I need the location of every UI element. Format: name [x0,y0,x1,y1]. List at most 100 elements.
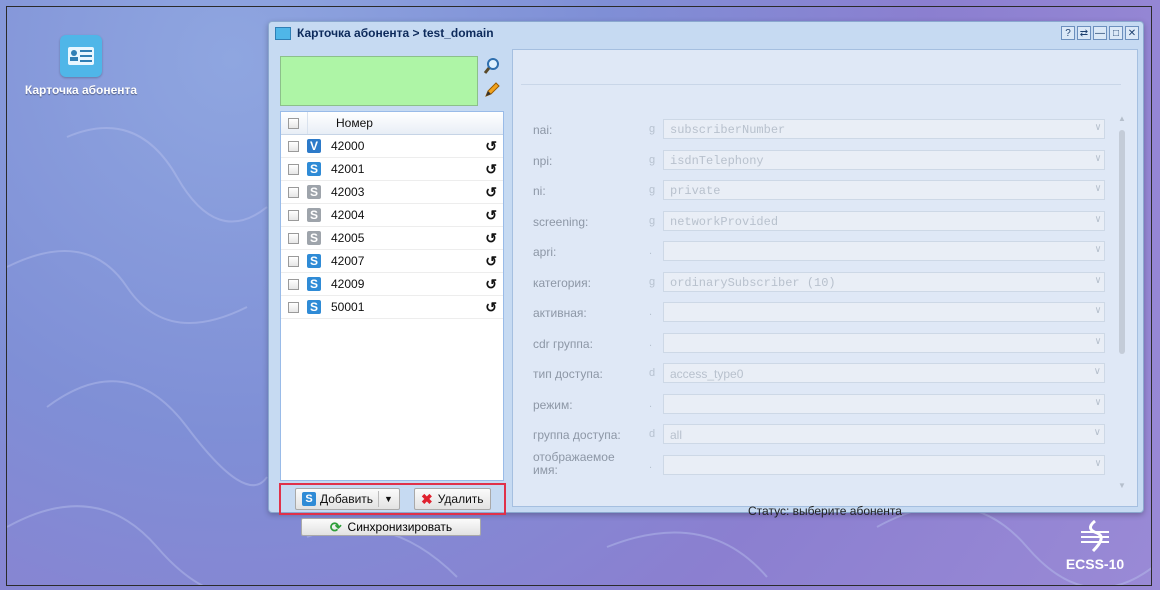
history-icon[interactable]: ↺ [485,253,497,270]
detail-field: активная:. ∨ [513,302,1123,324]
subscriber-number: 42004 [331,208,365,222]
maximize-button[interactable]: □ [1109,26,1123,40]
table-row[interactable]: S 50001 ↺ [281,296,503,319]
row-checkbox[interactable] [288,186,299,198]
select-all-checkbox[interactable] [288,117,299,129]
field-select[interactable]: ∨ [663,454,1105,475]
edit-pencil-icon[interactable] [482,80,502,100]
field-select[interactable]: ∨ [663,241,1105,261]
search-icon[interactable] [482,56,502,76]
add-button-label: Добавить [320,492,374,506]
table-row[interactable]: V 42000 ↺ [281,135,503,158]
field-select[interactable]: ∨ [663,302,1105,322]
subscriber-number: 50001 [331,300,365,314]
history-icon[interactable]: ↺ [485,161,497,178]
delete-x-icon: ✖ [420,490,433,507]
ecss-logo-icon [1081,519,1109,553]
details-header-area [521,56,1121,85]
row-checkbox[interactable] [288,232,299,244]
field-mark: . [649,458,653,471]
field-value: networkProvided [670,214,779,229]
chevron-down-icon[interactable]: ∨ [1095,305,1101,317]
chevron-down-icon[interactable]: ∨ [1095,458,1101,470]
field-mark: d [649,428,656,440]
ecss-logo: ECSS-10 [1059,519,1131,572]
field-mark: d [649,367,656,379]
chevron-down-icon[interactable]: ∨ [1095,153,1101,165]
logo-text: ECSS-10 [1065,556,1125,572]
history-icon[interactable]: ↺ [485,276,497,293]
field-select[interactable]: private ∨ [663,180,1105,200]
window-titlebar[interactable]: Карточка абонента > test_domain ? ⇄ — □ … [269,22,1143,44]
add-button[interactable]: S Добавить ▼ [295,488,400,510]
detail-field: npi: g isdnTelephony ∨ [513,149,1123,172]
desktop-icon-subscriber-card[interactable]: Карточка абонента [11,35,151,97]
chevron-down-icon[interactable]: ∨ [1095,183,1101,195]
row-checkbox[interactable] [288,140,299,152]
field-select[interactable]: all ∨ [663,424,1105,444]
field-label: nai: [533,123,553,137]
row-checkbox[interactable] [288,278,299,290]
subscriber-type-icon: S [307,185,321,199]
subscriber-type-icon: S [307,231,321,245]
field-value: isdnTelephony [670,153,764,168]
detail-field: nai: g subscriberNumber ∨ [513,119,1123,141]
row-checkbox[interactable] [288,255,299,267]
row-checkbox[interactable] [288,163,299,175]
field-select[interactable]: access_type0 ∨ [663,363,1105,383]
detail-field: категория: g ordinarySubscriber (10) ∨ [513,271,1123,294]
history-icon[interactable]: ↺ [485,138,497,155]
chevron-down-icon[interactable]: ∨ [1095,275,1101,287]
subscriber-details-panel: nai: g subscriberNumber ∨ npi: g isdnTelephony… [512,49,1138,518]
subscriber-type-icon: S [307,300,321,314]
details-scrollbar[interactable]: ▲ ▼ [1117,114,1127,490]
history-icon[interactable]: ↺ [485,184,497,201]
chevron-down-icon[interactable]: ∨ [1095,244,1101,256]
chevron-down-icon[interactable]: ∨ [1095,122,1101,134]
scroll-down-icon[interactable]: ▼ [1118,481,1126,490]
chevron-down-icon[interactable]: ∨ [1094,427,1101,438]
field-select[interactable]: networkProvided ∨ [663,210,1105,231]
delete-button[interactable]: ✖ Удалить [413,488,491,510]
row-checkbox[interactable] [288,209,299,221]
scroll-up-icon[interactable]: ▲ [1118,114,1126,123]
field-mark: . [649,306,653,318]
history-icon[interactable]: ↺ [485,299,497,316]
subscriber-type-icon: S [307,254,321,268]
window-icon [275,26,291,40]
table-row[interactable]: S 42003 ↺ [281,181,503,204]
sync-button-label: Синхронизировать [347,520,453,534]
sync-button[interactable]: ⟳ Синхронизировать [301,518,481,536]
subscriber-number: 42005 [331,231,365,245]
help-button[interactable]: ? [1061,26,1075,40]
field-select[interactable]: ∨ [663,393,1105,414]
table-row[interactable]: S 42007 ↺ [281,250,503,273]
history-icon[interactable]: ↺ [485,230,497,247]
field-select[interactable]: isdnTelephony ∨ [663,149,1105,170]
window-controls: ? ⇄ — □ ✕ [1061,26,1139,40]
search-filter-input[interactable] [280,56,478,106]
subscriber-type-icon: V [307,139,321,153]
chevron-down-icon[interactable]: ▼ [384,494,393,504]
field-mark: . [649,336,653,349]
action-buttons: S Добавить ▼ ✖ Удалить [279,483,506,515]
table-row[interactable]: S 42005 ↺ [281,227,503,250]
table-row[interactable]: S 42009 ↺ [281,273,503,296]
table-row[interactable]: S 42001 ↺ [281,158,503,181]
chevron-down-icon[interactable]: ∨ [1094,366,1101,377]
scrollbar-thumb[interactable] [1119,130,1125,354]
column-header-number[interactable]: Номер [307,112,503,134]
field-select[interactable]: ordinarySubscriber (10) ∨ [663,271,1105,292]
table-row[interactable]: S 42004 ↺ [281,204,503,227]
field-select[interactable]: subscriberNumber ∨ [663,119,1105,139]
swap-button[interactable]: ⇄ [1077,26,1091,40]
chevron-down-icon[interactable]: ∨ [1095,336,1101,348]
minimize-button[interactable]: — [1093,26,1107,40]
field-select[interactable]: ∨ [663,332,1105,353]
field-label: активная: [533,306,587,320]
chevron-down-icon[interactable]: ∨ [1095,397,1101,409]
row-checkbox[interactable] [288,301,299,313]
close-button[interactable]: ✕ [1125,26,1139,40]
history-icon[interactable]: ↺ [485,207,497,224]
chevron-down-icon[interactable]: ∨ [1095,214,1101,226]
